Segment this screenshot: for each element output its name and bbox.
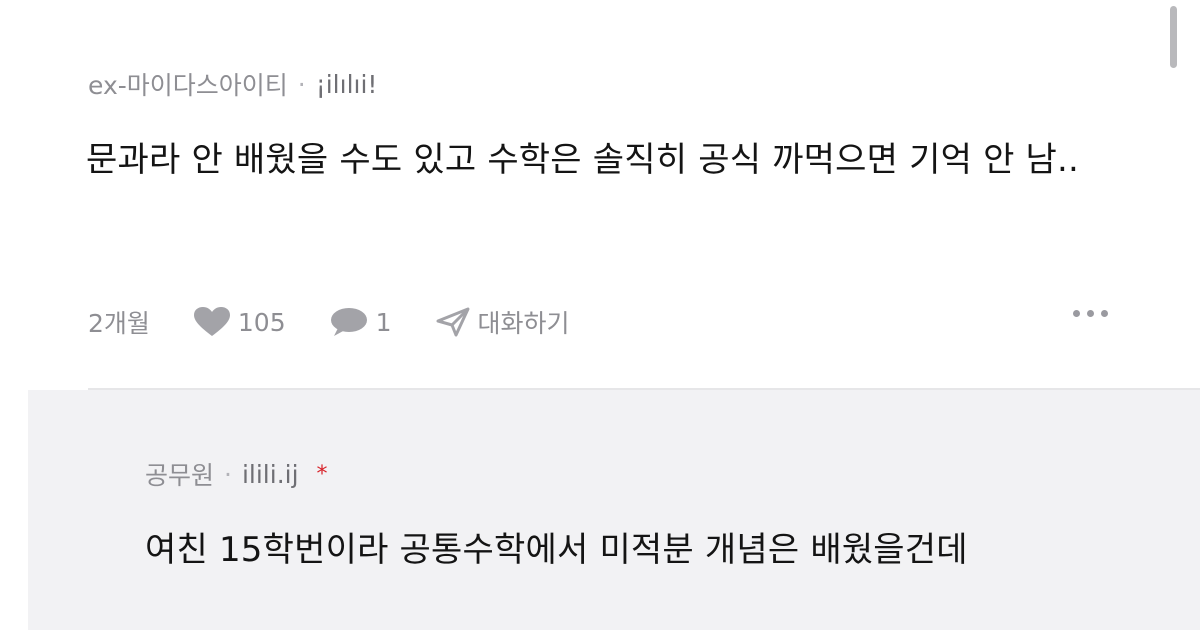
author-username[interactable]: ¡ilılıi! [316,70,378,99]
meta-separator: · [297,69,306,99]
comment-card: ex-마이다스아이티 · ¡ilılıi! 문과라 안 배웠을 수도 있고 수학… [0,0,1200,388]
like-button[interactable]: 105 [193,307,286,337]
comment-meta: ex-마이다스아이티 · ¡ilılıi! [88,66,377,102]
comment-text: 문과라 안 배웠을 수도 있고 수학은 솔직히 공식 까먹으면 기억 안 남.. [86,140,1080,180]
meta-separator: · [224,459,232,489]
reply-text: 여친 15학번이라 공통수학에서 미적분 개념은 배웠을건데 [145,530,968,570]
reply-count: 1 [375,307,392,337]
more-dot [1073,310,1080,317]
send-icon [436,307,470,337]
dm-label: 대화하기 [477,309,570,338]
reply-meta: 공무원 · ilili.ij * [145,456,328,492]
more-icon[interactable] [1073,310,1108,317]
more-dot [1087,310,1094,317]
comment-icon [330,308,367,336]
comment-actions: 2개월 105 1 대화하기 [88,302,1108,342]
timestamp-text: 2개월 [88,309,150,338]
author-badge-icon: * [316,461,328,487]
reply-count-button[interactable]: 1 [330,307,392,337]
reply-card: 공무원 · ilili.ij * 여친 15학번이라 공통수학에서 미적분 개념… [28,390,1200,630]
like-count: 105 [237,307,286,337]
heart-icon [193,307,230,336]
reply-author-company[interactable]: 공무원 [145,456,214,492]
dm-button[interactable]: 대화하기 [436,304,570,340]
more-dot [1101,310,1108,317]
reply-author-username[interactable]: ilili.ij [242,460,299,489]
author-company[interactable]: ex-마이다스아이티 [88,66,288,102]
timestamp: 2개월 [88,304,150,340]
